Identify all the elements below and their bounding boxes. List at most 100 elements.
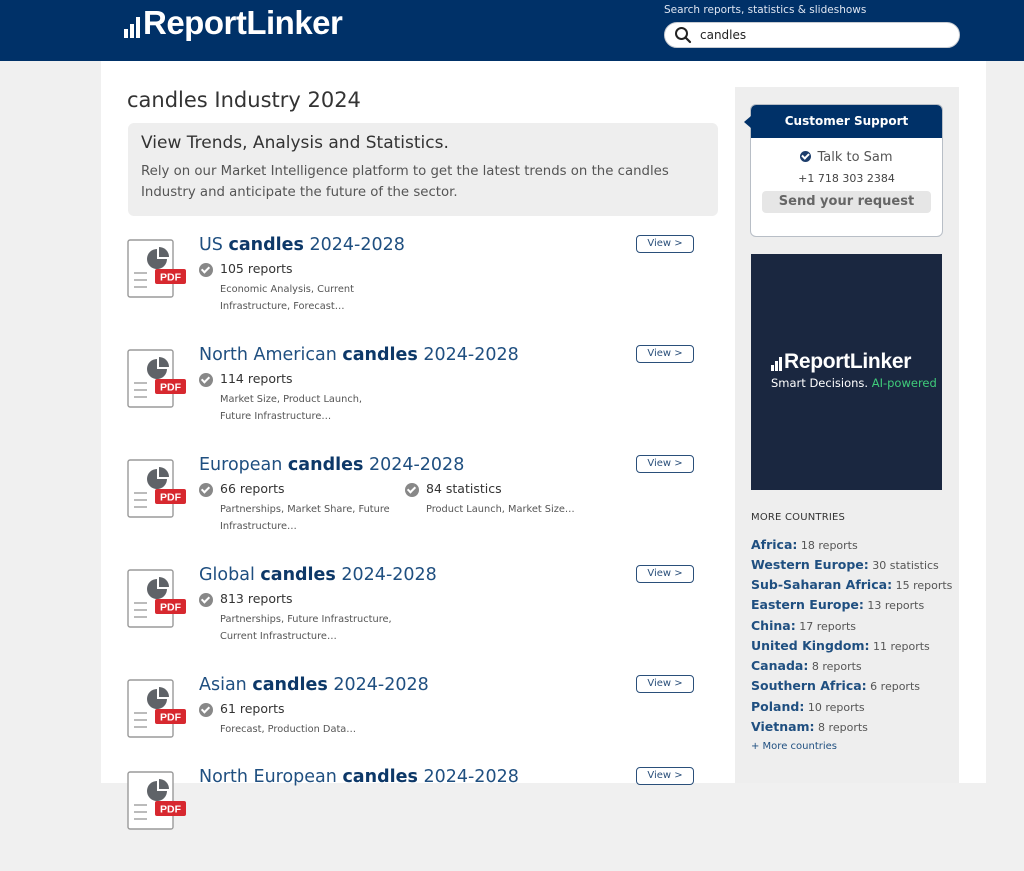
support-phone[interactable]: +1 718 303 2384 <box>751 172 942 185</box>
country-count: 11 reports <box>869 640 930 653</box>
intro-title: View Trends, Analysis and Statistics. <box>141 133 449 153</box>
check-icon <box>405 483 419 497</box>
result-title-link[interactable]: Asian candles 2024-2028 <box>199 675 429 695</box>
view-button[interactable]: View > <box>636 345 694 363</box>
country-item[interactable]: Sub-Saharan Africa: 15 reports <box>751 577 952 592</box>
reports-stat-description: Partnerships, Future Infrastructure, Cur… <box>220 614 392 642</box>
reports-stat-count[interactable]: 61 reports <box>220 701 285 716</box>
result-title-keyword: candles <box>228 235 304 255</box>
reports-stat-count[interactable]: 105 reports <box>220 261 293 276</box>
view-button[interactable]: View > <box>636 767 694 785</box>
result-title-link[interactable]: European candles 2024-2028 <box>199 455 464 475</box>
country-item[interactable]: China: 17 reports <box>751 618 856 633</box>
result-item: PDF North American candles 2024-2028 View… <box>127 345 697 449</box>
send-request-button[interactable]: Send your request <box>762 191 931 213</box>
ad-tagline-ai: AI-powered <box>871 376 937 390</box>
view-button[interactable]: View > <box>636 675 694 693</box>
view-button[interactable]: View > <box>636 235 694 253</box>
country-item[interactable]: Poland: 10 reports <box>751 699 865 714</box>
country-item[interactable]: Eastern Europe: 13 reports <box>751 597 924 612</box>
result-title-prefix: Asian <box>199 675 253 695</box>
country-item[interactable]: Vietnam: 8 reports <box>751 719 868 734</box>
support-arrow <box>744 116 751 128</box>
country-count: 8 reports <box>808 660 862 673</box>
intro-box: View Trends, Analysis and Statistics. Re… <box>128 123 718 216</box>
country-name: Southern Africa: <box>751 678 867 693</box>
pdf-report-icon: PDF <box>127 459 186 518</box>
ad-banner[interactable]: ReportLinker Smart Decisions. AI-powered <box>751 254 942 490</box>
ad-logo: ReportLinker <box>771 350 911 374</box>
view-button[interactable]: View > <box>636 455 694 473</box>
result-title-link[interactable]: North European candles 2024-2028 <box>199 767 519 787</box>
country-item[interactable]: Southern Africa: 6 reports <box>751 678 920 693</box>
search-box[interactable] <box>664 22 960 48</box>
customer-support-box: Customer Support Talk to Sam +1 718 303 … <box>744 104 943 237</box>
country-count: 17 reports <box>795 620 857 633</box>
result-title-suffix: 2024-2028 <box>417 767 519 787</box>
result-title-link[interactable]: Global candles 2024-2028 <box>199 565 437 585</box>
country-name: United Kingdom: <box>751 638 870 653</box>
country-count: 10 reports <box>804 701 865 714</box>
pdf-label: PDF <box>160 382 182 394</box>
pdf-report-icon: PDF <box>127 569 186 628</box>
pdf-report-icon: PDF <box>127 679 186 738</box>
pdf-label: PDF <box>160 804 182 816</box>
search-icon[interactable] <box>674 26 692 44</box>
country-count: 6 reports <box>866 680 920 693</box>
reports-stat-description: Economic Analysis, Current Infrastructur… <box>220 284 354 312</box>
reportlinker-logo[interactable]: ReportLinker <box>124 4 343 42</box>
ad-tagline: Smart Decisions. AI-powered <box>771 376 937 390</box>
statistics-stat-count[interactable]: 84 statistics <box>426 481 502 496</box>
country-count: 13 reports <box>863 599 925 612</box>
result-title-keyword: candles <box>287 455 364 475</box>
pdf-label: PDF <box>160 272 182 284</box>
country-count: 15 reports <box>892 579 953 592</box>
reports-stat-description: Forecast, Production Data… <box>220 724 357 735</box>
pdf-report-icon: PDF <box>127 239 186 298</box>
more-countries-link[interactable]: + More countries <box>751 741 837 752</box>
result-title-prefix: North European <box>199 767 343 787</box>
country-item[interactable]: Canada: 8 reports <box>751 658 862 673</box>
reports-stat-count[interactable]: 114 reports <box>220 371 293 386</box>
reports-stat-count[interactable]: 813 reports <box>220 591 293 606</box>
result-title-suffix: 2024-2028 <box>335 565 437 585</box>
country-name: Western Europe: <box>751 557 869 572</box>
result-title-keyword: candles <box>342 767 418 787</box>
country-count: 30 statistics <box>868 559 939 572</box>
result-title-prefix: Global <box>199 565 261 585</box>
country-name: Eastern Europe: <box>751 597 864 612</box>
country-item[interactable]: Western Europe: 30 statistics <box>751 557 939 572</box>
pdf-report-icon: PDF <box>127 349 186 408</box>
country-item[interactable]: United Kingdom: 11 reports <box>751 638 930 653</box>
talk-to-sam[interactable]: Talk to Sam <box>751 150 942 165</box>
reports-stat-count[interactable]: 66 reports <box>220 481 285 496</box>
result-title-link[interactable]: US candles 2024-2028 <box>199 235 405 255</box>
statistics-stat-description: Product Launch, Market Size… <box>426 504 575 515</box>
pdf-label: PDF <box>160 712 182 724</box>
result-title-suffix: 2024-2028 <box>303 235 405 255</box>
result-item: PDF US candles 2024-2028 View > 105 report… <box>127 235 697 339</box>
country-item[interactable]: Africa: 18 reports <box>751 537 858 552</box>
country-name: Sub-Saharan Africa: <box>751 577 893 592</box>
check-icon <box>199 593 213 607</box>
result-item: PDF European candles 2024-2028 View > 66 r… <box>127 455 697 559</box>
talk-label: Talk to Sam <box>817 150 893 165</box>
result-item: PDF Global candles 2024-2028 View > 813 re… <box>127 565 697 669</box>
result-title-prefix: European <box>199 455 288 475</box>
country-name: China: <box>751 618 796 633</box>
result-title-link[interactable]: North American candles 2024-2028 <box>199 345 519 365</box>
ad-tagline-main: Smart Decisions. <box>771 376 872 390</box>
search-input[interactable] <box>700 26 940 43</box>
search-hint: Search reports, statistics & slideshows <box>664 4 867 16</box>
result-item: PDF North European candles 2024-2028 View… <box>127 767 697 871</box>
view-button[interactable]: View > <box>636 565 694 583</box>
result-item: PDF Asian candles 2024-2028 View > 61 repo… <box>127 675 697 779</box>
country-name: Vietnam: <box>751 719 815 734</box>
support-title: Customer Support <box>751 105 942 138</box>
intro-text: Rely on our Market Intelligence platform… <box>141 164 669 200</box>
result-title-keyword: candles <box>342 345 418 365</box>
country-name: Poland: <box>751 699 805 714</box>
result-title-keyword: candles <box>252 675 328 695</box>
logo-bars-icon <box>124 12 140 42</box>
check-icon <box>199 483 213 497</box>
